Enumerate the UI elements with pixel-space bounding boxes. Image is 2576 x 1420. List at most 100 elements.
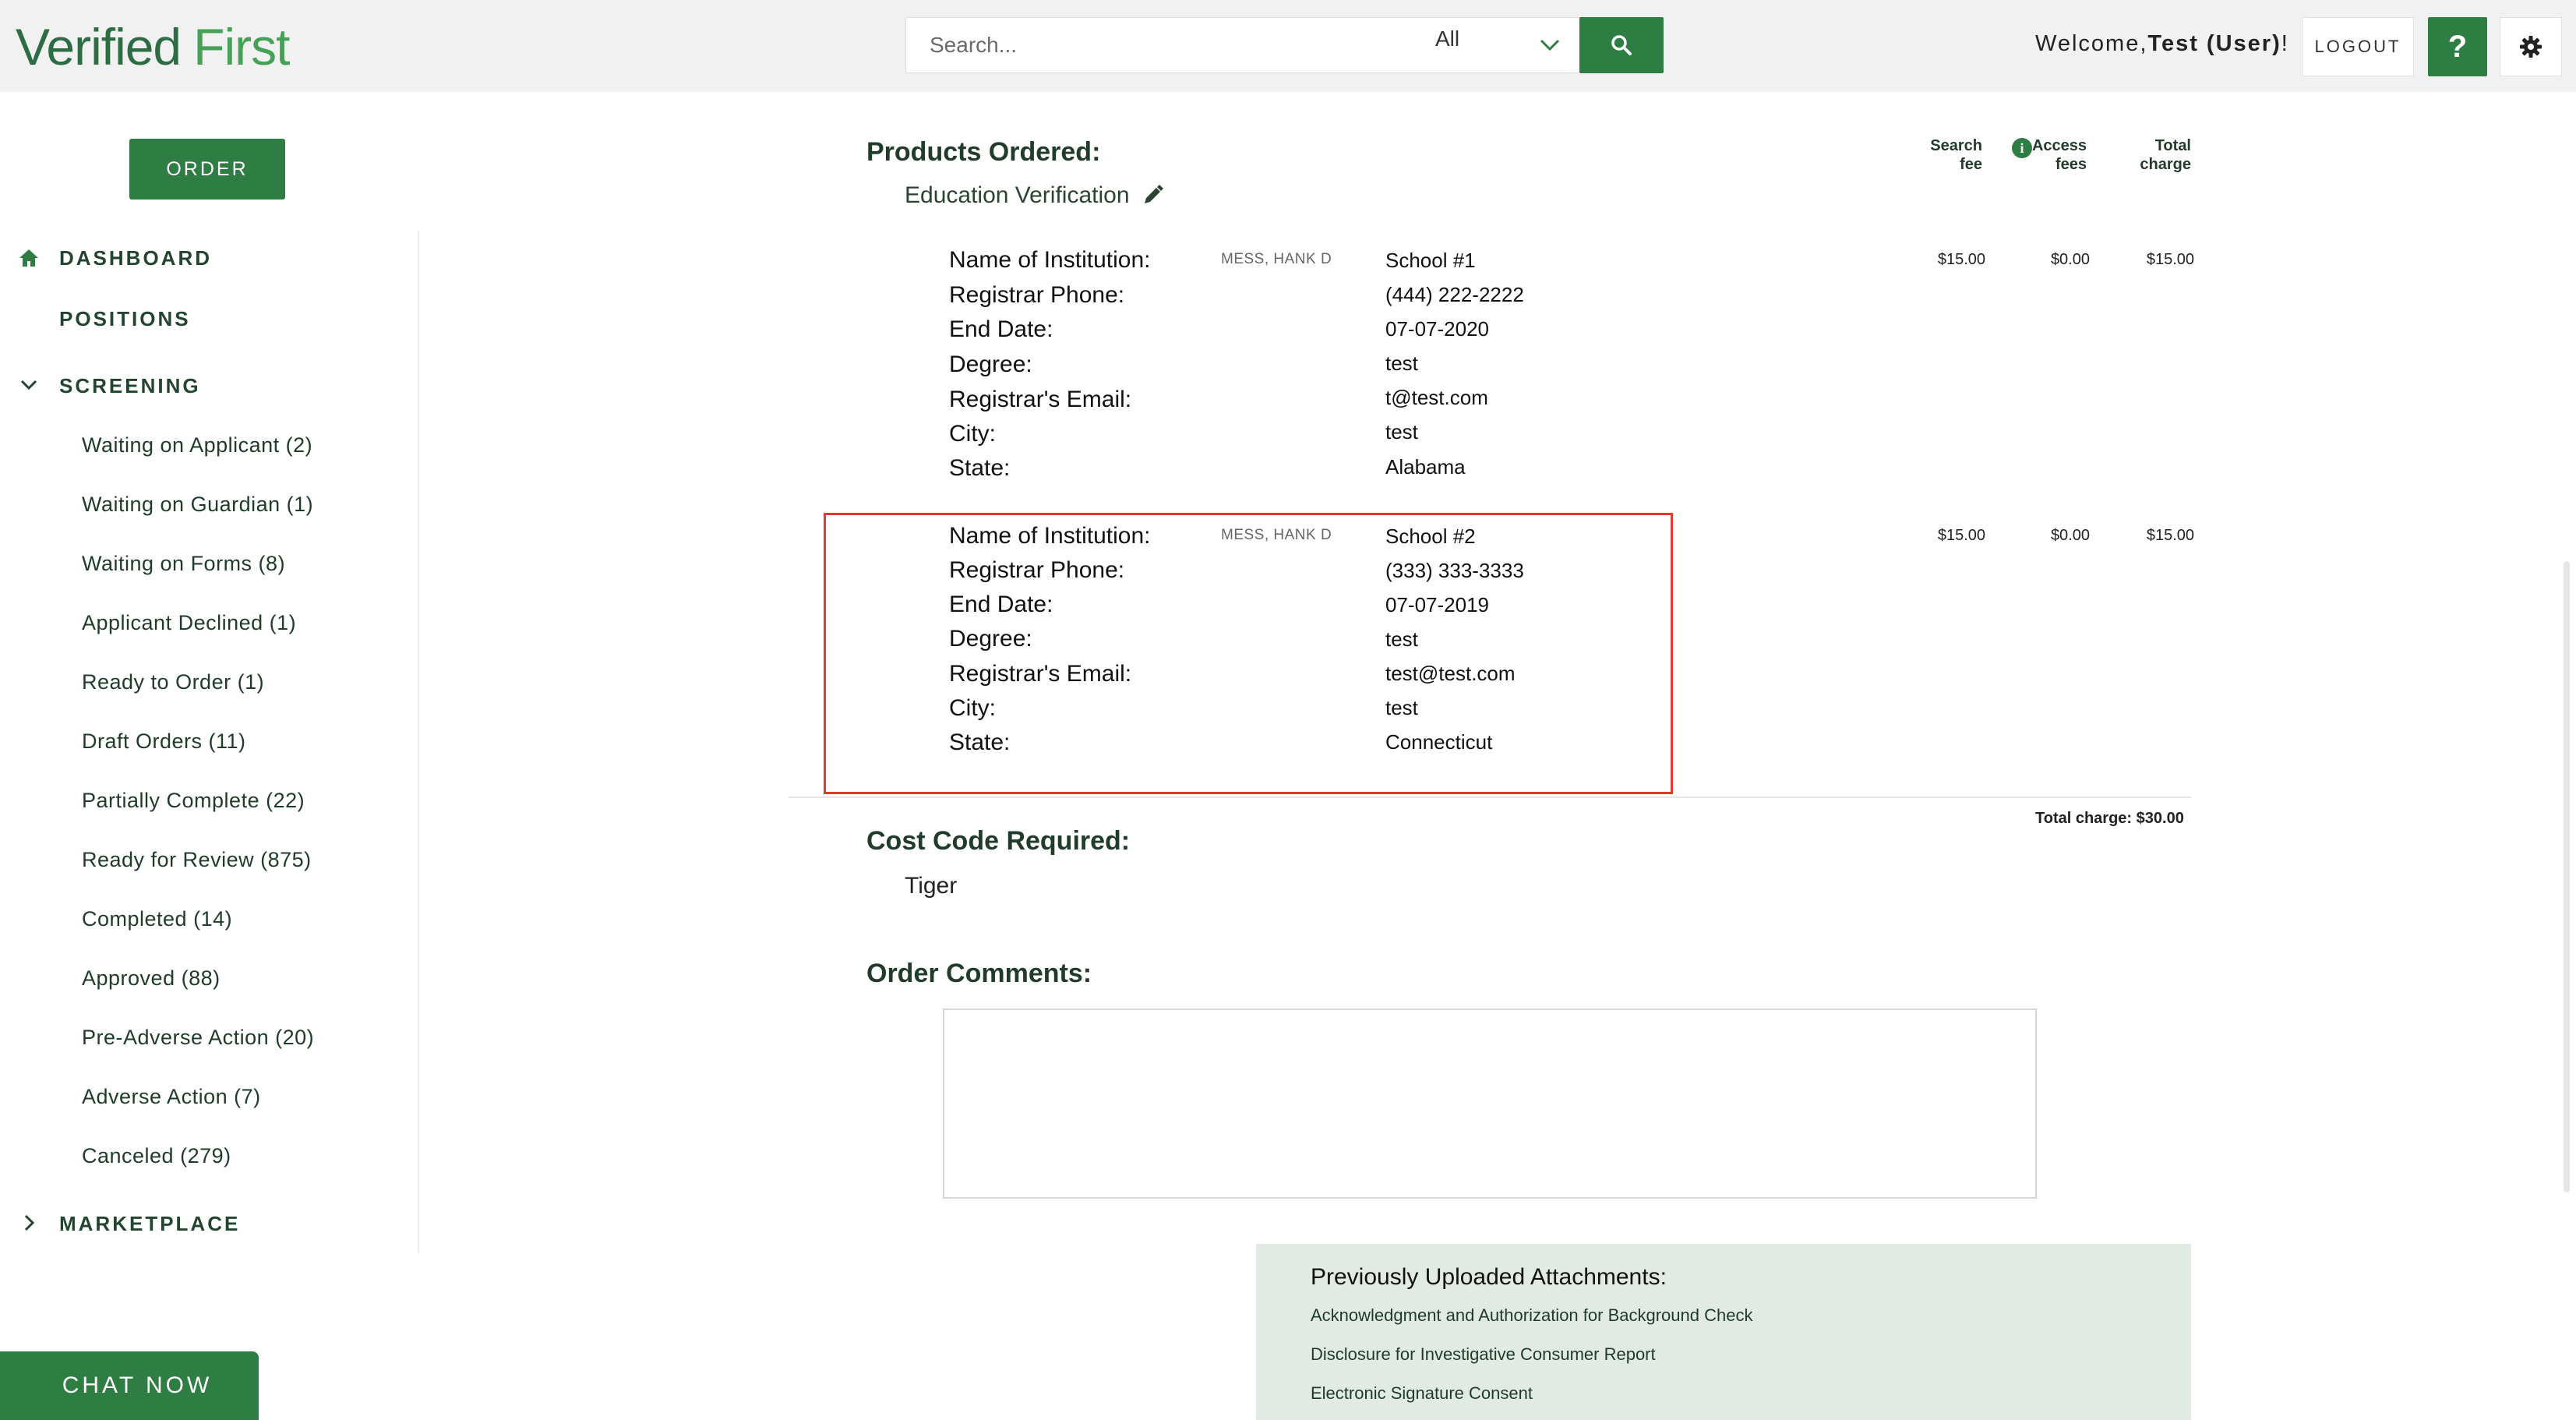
search-bar [905, 17, 1580, 73]
logo-text-first: First [193, 18, 290, 76]
label-state: State: [949, 455, 1011, 481]
column-access-fees: Access fees [2018, 136, 2087, 174]
column-search-fee-line1: Search [1930, 137, 1982, 154]
help-button[interactable]: ? [2428, 17, 2487, 76]
access-fee-value: $0.00 [2050, 251, 2090, 268]
sidebar-item-applicant-declined[interactable]: Applicant Declined (1) [82, 611, 296, 635]
chevron-right-icon[interactable] [17, 1211, 41, 1235]
logout-button[interactable]: LOGOUT [2302, 17, 2414, 76]
label-email: Registrar's Email: [949, 661, 1132, 687]
label-end-date: End Date: [949, 592, 1053, 617]
column-total-charge-line2: charge [2140, 156, 2191, 173]
column-access-fees-line2: fees [2055, 156, 2087, 173]
label-degree: Degree: [949, 626, 1032, 652]
label-end-date: End Date: [949, 316, 1053, 342]
welcome-suffix: ! [2281, 31, 2289, 56]
sidebar-item-draft-orders[interactable]: Draft Orders (11) [82, 729, 246, 754]
label-phone: Registrar Phone: [949, 282, 1125, 308]
logo-text-verified: Verified [16, 18, 182, 76]
access-fee-value: $0.00 [2050, 527, 2090, 544]
attachment-link[interactable]: Electronic Signature Consent [1311, 1383, 1533, 1404]
attachments-heading: Previously Uploaded Attachments: [1311, 1264, 1667, 1290]
value-city: test [1385, 420, 1418, 443]
search-fee-value: $15.00 [1937, 251, 1985, 268]
nav-positions[interactable]: POSITIONS [59, 307, 191, 331]
label-phone: Registrar Phone: [949, 557, 1125, 583]
verified-first-logo[interactable]: Verified First [16, 16, 290, 78]
column-search-fee-line2: fee [1960, 156, 1982, 173]
search-scope-select[interactable]: All [1435, 26, 1459, 51]
order-button[interactable]: ORDER [129, 139, 285, 200]
products-ordered-heading: Products Ordered: [866, 137, 1101, 167]
attachments-panel: Previously Uploaded Attachments: Acknowl… [1256, 1244, 2191, 1420]
product-name: Education Verification [905, 182, 1130, 208]
value-state: Alabama [1385, 455, 1466, 479]
value-end-date: 07-07-2020 [1385, 317, 1489, 341]
section-divider [789, 797, 2191, 798]
cost-code-value: Tiger [905, 873, 958, 899]
order-comments-heading: Order Comments: [866, 959, 1092, 988]
value-phone: (333) 333-3333 [1385, 559, 1524, 582]
sidebar-item-waiting-on-applicant[interactable]: Waiting on Applicant (2) [82, 433, 312, 457]
search-button[interactable] [1579, 17, 1664, 73]
sidebar-item-adverse-action[interactable]: Adverse Action (7) [82, 1085, 261, 1109]
search-icon [1611, 35, 1632, 55]
sidebar-item-waiting-on-forms[interactable]: Waiting on Forms (8) [82, 552, 285, 576]
nav-dashboard[interactable]: DASHBOARD [59, 246, 212, 270]
top-header: Verified First All Welcome,Test (User)! … [0, 0, 2576, 92]
sidebar-item-completed[interactable]: Completed (14) [82, 907, 232, 931]
label-degree: Degree: [949, 351, 1032, 377]
chat-now-button[interactable]: CHAT NOW [0, 1351, 259, 1420]
nav-marketplace[interactable]: MARKETPLACE [59, 1212, 240, 1236]
order-comments-textarea[interactable] [943, 1008, 2037, 1199]
home-icon [19, 249, 38, 267]
value-degree: test [1385, 627, 1418, 651]
value-institution: School #1 [1385, 249, 1476, 272]
column-search-fee: Search fee [1914, 136, 1982, 174]
welcome-message: Welcome,Test (User)! [2035, 31, 2289, 57]
sidebar-divider [418, 231, 419, 1253]
value-institution: School #2 [1385, 525, 1476, 548]
chevron-down-icon[interactable] [1538, 33, 1561, 56]
column-access-fees-line1: Access [2031, 137, 2087, 154]
sidebar-item-canceled[interactable]: Canceled (279) [82, 1144, 231, 1168]
value-city: test [1385, 696, 1418, 719]
cost-code-heading: Cost Code Required: [866, 826, 1131, 856]
chevron-down-icon[interactable] [17, 373, 41, 397]
total-charge-value: $15.00 [2146, 251, 2194, 268]
column-total-charge-line1: Total [2154, 137, 2191, 154]
applicant-name: MESS, HANK D [1221, 527, 1332, 543]
attachment-link[interactable]: Acknowledgment and Authorization for Bac… [1311, 1305, 1752, 1326]
sidebar-item-ready-for-review[interactable]: Ready for Review (875) [82, 848, 312, 872]
label-institution: Name of Institution: [949, 247, 1151, 273]
applicant-name: MESS, HANK D [1221, 251, 1332, 267]
value-email: t@test.com [1385, 386, 1488, 409]
pencil-edit-icon[interactable] [1141, 184, 1164, 207]
value-phone: (444) 222-2222 [1385, 283, 1524, 306]
column-total-charge: Total charge [2121, 136, 2191, 174]
label-city: City: [949, 421, 996, 447]
welcome-prefix: Welcome, [2035, 31, 2148, 56]
welcome-username: Test (User) [2147, 31, 2281, 56]
nav-screening[interactable]: SCREENING [59, 374, 201, 398]
search-fee-value: $15.00 [1937, 527, 1985, 544]
gear-icon [2520, 36, 2542, 58]
value-degree: test [1385, 351, 1418, 375]
sidebar-item-partially-complete[interactable]: Partially Complete (22) [82, 789, 305, 813]
order-total-charge: Total charge: $30.00 [2035, 810, 2184, 827]
value-state: Connecticut [1385, 730, 1493, 754]
sidebar-item-approved[interactable]: Approved (88) [82, 966, 221, 991]
value-email: test@test.com [1385, 662, 1516, 685]
attachment-link[interactable]: Disclosure for Investigative Consumer Re… [1311, 1344, 1656, 1365]
search-input[interactable] [906, 18, 1374, 72]
page-scrollbar[interactable] [2564, 561, 2570, 1192]
total-charge-value: $15.00 [2146, 527, 2194, 544]
sidebar-item-ready-to-order[interactable]: Ready to Order (1) [82, 670, 264, 694]
sidebar-item-waiting-on-guardian[interactable]: Waiting on Guardian (1) [82, 493, 313, 517]
label-institution: Name of Institution: [949, 523, 1151, 549]
label-email: Registrar's Email: [949, 387, 1132, 412]
sidebar-item-pre-adverse-action[interactable]: Pre-Adverse Action (20) [82, 1026, 314, 1050]
settings-button[interactable] [2500, 17, 2562, 76]
value-end-date: 07-07-2019 [1385, 593, 1489, 616]
label-city: City: [949, 695, 996, 721]
